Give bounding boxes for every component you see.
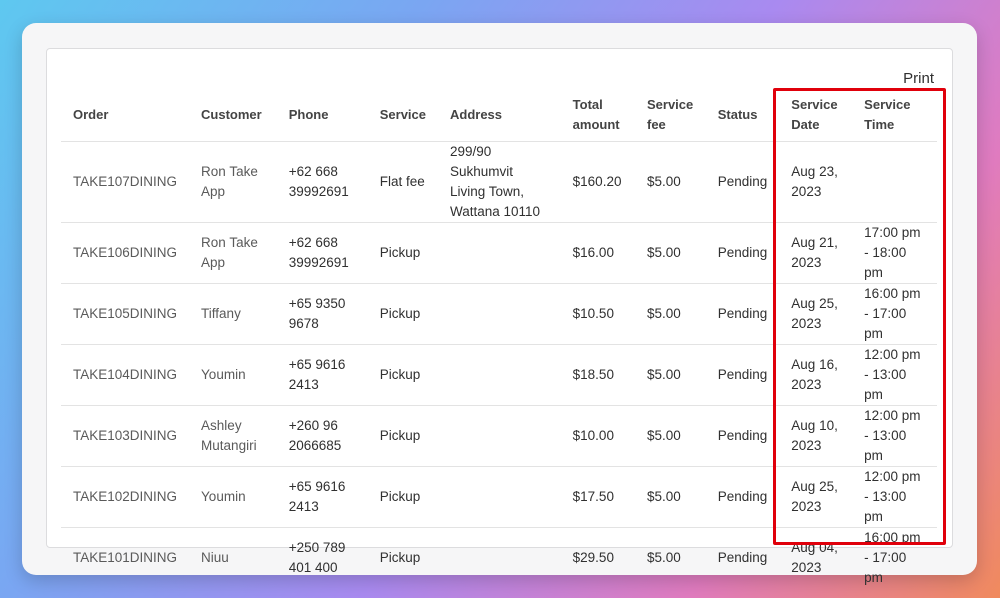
service-fee-cell: $5.00 — [634, 466, 706, 528]
total-amount-cell: $160.20 — [560, 141, 635, 223]
total-amount-cell: $18.50 — [560, 344, 635, 406]
service-fee-cell: $5.00 — [634, 222, 706, 284]
table-row[interactable]: TAKE104DINING Youmin +65 9616 2413 Pickup $1… — [61, 344, 937, 406]
order-cell: TAKE101DINING — [73, 549, 178, 565]
service-fee-cell: $5.00 — [634, 344, 706, 406]
total-amount-cell: $10.50 — [560, 283, 635, 345]
column-header-phone[interactable]: Phone — [276, 89, 368, 142]
service-cell: Pickup — [367, 466, 438, 528]
status-cell: Pending — [705, 405, 780, 467]
column-header-total[interactable]: Total amount — [560, 89, 635, 142]
print-button[interactable]: Print — [903, 70, 934, 87]
status-cell: Pending — [717, 549, 768, 565]
column-header-service-fee[interactable]: Service fee — [634, 89, 706, 142]
service-cell: Pickup — [367, 283, 438, 345]
service-time-cell: 17:00 pm - 18:00 pm — [852, 222, 937, 284]
service-time-cell — [852, 141, 937, 223]
service-fee-cell: $5.00 — [634, 283, 706, 345]
phone-cell: +65 9616 2413 — [276, 344, 368, 406]
order-cell: TAKE102DINING — [61, 466, 190, 528]
total-amount-cell: $16.00 — [560, 222, 635, 284]
address-cell — [438, 344, 561, 406]
address-cell — [438, 405, 561, 467]
column-header-service-time[interactable]: Service Time — [852, 89, 937, 142]
service-fee-cell: $5.00 — [634, 405, 706, 467]
order-cell: TAKE103DINING — [61, 405, 190, 467]
phone-cell: +62 668 39992691 — [276, 141, 368, 223]
service-cell: Pickup — [367, 222, 438, 284]
customer-cell: Ron Take App — [189, 222, 277, 284]
service-date-cell: Aug 10, 2023 — [779, 405, 853, 467]
customer-cell: Youmin — [189, 466, 277, 528]
address-cell: 299/90 Sukhumvit Living Town, Wattana 10… — [438, 141, 561, 223]
status-cell: Pending — [705, 141, 780, 223]
service-date-cell: Aug 16, 2023 — [779, 344, 853, 406]
column-header-status[interactable]: Status — [705, 89, 780, 142]
service-cell: Pickup — [367, 344, 438, 406]
orders-card: Print Order Customer Phone Service Addre… — [46, 48, 953, 585]
status-cell: Pending — [705, 466, 780, 528]
service-time-cell: 12:00 pm - 13:00 pm — [852, 344, 937, 406]
status-cell: Pending — [705, 222, 780, 284]
orders-table: Order Customer Phone Service Address Tot… — [61, 89, 937, 588]
table-row[interactable]: TAKE101DINING Niuu +250 789 401 400 Pickup $… — [61, 527, 937, 588]
table-row[interactable]: TAKE105DINING Tiffany +65 9350 9678 Pickup $… — [61, 283, 937, 345]
address-cell — [438, 466, 561, 528]
service-fee-cell: $5.00 — [634, 141, 706, 223]
service-date-cell: Aug 25, 2023 — [779, 466, 853, 528]
service-date-cell: Aug 04, 2023 — [791, 539, 838, 575]
total-amount-cell: $29.50 — [572, 549, 614, 565]
service-time-cell: 12:00 pm - 13:00 pm — [852, 466, 937, 528]
service-date-cell: Aug 23, 2023 — [779, 141, 853, 223]
phone-cell: +65 9616 2413 — [276, 466, 368, 528]
service-time-cell: 16:00 pm - 17:00 pm — [864, 529, 921, 585]
phone-cell: +65 9350 9678 — [276, 283, 368, 345]
total-amount-cell: $10.00 — [560, 405, 635, 467]
service-date-cell: Aug 21, 2023 — [779, 222, 853, 284]
status-cell: Pending — [705, 344, 780, 406]
service-time-cell: 12:00 pm - 13:00 pm — [852, 405, 937, 467]
customer-cell: Ashley Mutangiri — [189, 405, 277, 467]
address-cell — [438, 527, 561, 588]
customer-cell: Youmin — [189, 344, 277, 406]
order-cell: TAKE106DINING — [61, 222, 190, 284]
service-cell: Pickup — [379, 549, 421, 565]
table-row[interactable]: TAKE102DINING Youmin +65 9616 2413 Pickup $1… — [61, 466, 937, 528]
order-cell: TAKE104DINING — [61, 344, 190, 406]
customer-cell: Niuu — [201, 549, 229, 565]
table-header-row: Order Customer Phone Service Address Tot… — [61, 89, 937, 142]
address-cell — [438, 222, 561, 284]
service-time-cell: 16:00 pm - 17:00 pm — [852, 283, 937, 345]
customer-cell: Tiffany — [189, 283, 277, 345]
service-fee-cell: $5.00 — [646, 549, 681, 565]
table-row[interactable]: TAKE107DINING Ron Take App +62 668 3999269… — [61, 141, 937, 223]
status-cell: Pending — [705, 283, 780, 345]
customer-cell: Ron Take App — [189, 141, 277, 223]
table-row[interactable]: TAKE106DINING Ron Take App +62 668 3999269… — [61, 222, 937, 284]
column-header-service[interactable]: Service — [367, 89, 438, 142]
column-header-address[interactable]: Address — [438, 89, 561, 142]
phone-cell: +62 668 39992691 — [276, 222, 368, 284]
service-cell: Pickup — [367, 405, 438, 467]
column-header-customer[interactable]: Customer — [189, 89, 277, 142]
address-cell — [438, 283, 561, 345]
table-row[interactable]: TAKE103DINING Ashley Mutangiri +260 96 206… — [61, 405, 937, 467]
service-cell: Flat fee — [367, 141, 438, 223]
order-cell: TAKE105DINING — [61, 283, 190, 345]
phone-cell: +250 789 401 400 — [288, 539, 346, 575]
phone-cell: +260 96 2066685 — [276, 405, 368, 467]
total-amount-cell: $17.50 — [560, 466, 635, 528]
service-date-cell: Aug 25, 2023 — [779, 283, 853, 345]
column-header-service-date[interactable]: Service Date — [779, 89, 853, 142]
column-header-order[interactable]: Order — [61, 89, 190, 142]
order-cell: TAKE107DINING — [61, 141, 190, 223]
